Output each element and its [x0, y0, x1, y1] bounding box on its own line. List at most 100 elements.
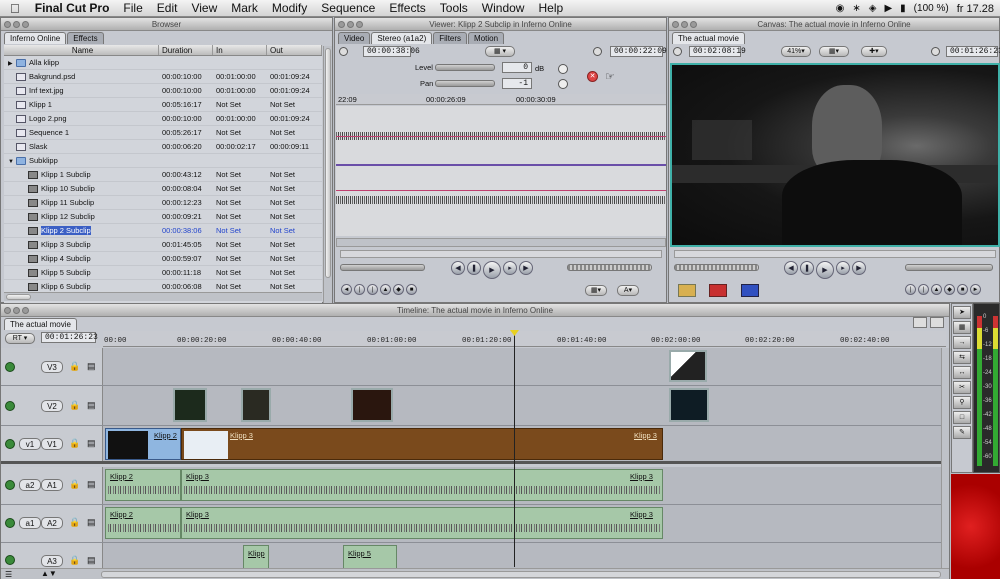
- minimize-icon[interactable]: [347, 21, 354, 28]
- insert-edit-icon[interactable]: [678, 284, 696, 297]
- track-a1[interactable]: a2 A1 🔒 ▤ Klipp 2 Klipp 3 Klipp 3: [1, 467, 946, 505]
- level-slider[interactable]: [435, 64, 495, 71]
- clip-klipp-3[interactable]: Klipp 3 Klipp 3: [181, 428, 663, 460]
- track-a2[interactable]: a1 A2 🔒 ▤ Klipp 2 Klipp 3 Klipp 3: [1, 505, 946, 543]
- track-v1[interactable]: v1 V1 🔒 ▤ Klipp 2 Klipp 3 Klipp 3: [1, 426, 946, 464]
- canvas-shuttle[interactable]: [674, 264, 759, 271]
- menu-edit[interactable]: Edit: [157, 1, 178, 15]
- audio-clip-klipp-3[interactable]: Klipp 3 Klipp 3: [181, 469, 663, 501]
- play-next-icon[interactable]: ▶: [519, 261, 533, 275]
- browser-row[interactable]: Sequence 1 00:05:26:17 Not Set Not Set: [4, 126, 322, 140]
- column-out[interactable]: Out: [267, 45, 322, 55]
- mark-clip-icon[interactable]: ■: [406, 284, 417, 295]
- browser-row[interactable]: Klipp 1 00:05:16:17 Not Set Not Set: [4, 98, 322, 112]
- menu-effects[interactable]: Effects: [389, 1, 425, 15]
- browser-row[interactable]: Slask 00:00:06:20 00:00:02:17 00:00:09:11: [4, 140, 322, 154]
- audio-clip-klipp-2[interactable]: Klipp 2: [105, 507, 181, 539]
- pan-field[interactable]: -1: [502, 78, 532, 89]
- rt-popup[interactable]: RT ▾: [5, 333, 35, 344]
- column-name[interactable]: Name: [4, 45, 159, 55]
- audio-waveform-area[interactable]: [336, 106, 666, 236]
- track-v2[interactable]: V2 🔒 ▤: [1, 386, 946, 426]
- browser-row[interactable]: Inf text.jpg 00:00:10:00 00:01:00:00 00:01:…: [4, 84, 322, 98]
- close-icon[interactable]: [4, 307, 11, 314]
- auto-select-icon[interactable]: ▤: [87, 361, 96, 372]
- disclosure-triangle-icon[interactable]: ▼: [8, 159, 16, 165]
- auto-select-icon[interactable]: ▤: [87, 400, 96, 411]
- track-audible-icon[interactable]: [5, 480, 15, 490]
- slip-tool-icon[interactable]: ↔: [953, 366, 971, 379]
- canvas-duration-timecode[interactable]: 00:02:08:19: [689, 46, 746, 57]
- auto-select-icon[interactable]: ▤: [87, 438, 96, 449]
- apple-menu-icon[interactable]: : [10, 1, 20, 16]
- audio-clip-klipp-3[interactable]: Klipp 3 Klipp 3: [181, 507, 663, 539]
- pen-tool-icon[interactable]: ✎: [953, 426, 971, 439]
- menu-mark[interactable]: Mark: [231, 1, 258, 15]
- track-a3[interactable]: A3 🔒 ▤ Klipp Klipp 5: [1, 543, 946, 570]
- canvas-overlay-popup[interactable]: ✚▾: [861, 46, 887, 57]
- minimize-icon[interactable]: [681, 21, 688, 28]
- razor-tool-icon[interactable]: ✂: [953, 381, 971, 394]
- browser-row[interactable]: Klipp 5 Subclip 00:00:11:18 Not Set Not Set: [4, 266, 322, 280]
- canvas-view-popup[interactable]: ▦▾: [819, 46, 849, 57]
- viewer-view-popup[interactable]: ▦ ▾: [485, 46, 515, 57]
- tab-video[interactable]: Video: [338, 32, 371, 44]
- clip-thumbnail[interactable]: [241, 388, 271, 422]
- timeline-ruler[interactable]: [103, 331, 946, 347]
- tab-motion[interactable]: Motion: [468, 32, 505, 44]
- audio-clip-klipp-2[interactable]: Klipp 2: [105, 469, 181, 501]
- level-line[interactable]: [336, 190, 666, 191]
- match-frame-icon[interactable]: ◄: [341, 284, 352, 295]
- track-label-a2[interactable]: A2: [41, 517, 63, 529]
- viewer-titlebar[interactable]: Viewer: Klipp 2 Subclip in Inferno Onlin…: [335, 18, 666, 31]
- source-a1[interactable]: a1: [19, 517, 41, 529]
- zoom-slider-icon[interactable]: ▲▼: [41, 569, 57, 578]
- canvas-titlebar[interactable]: Canvas: The actual movie in Inferno Onli…: [669, 18, 999, 31]
- audio-clip-klipp[interactable]: Klipp: [243, 545, 269, 569]
- menu-sequence[interactable]: Sequence: [321, 1, 375, 15]
- mark-in-icon[interactable]: ❘: [905, 284, 916, 295]
- menu-help[interactable]: Help: [538, 1, 563, 15]
- tab-filters[interactable]: Filters: [433, 32, 468, 44]
- track-v3[interactable]: V3 🔒 ▤: [1, 348, 946, 386]
- scroll-thumb[interactable]: [325, 48, 331, 278]
- zoom-popup[interactable]: 41%▾: [781, 46, 811, 57]
- viewer-ruler[interactable]: 22:09 00:00:26:09 00:00:30:09: [336, 94, 666, 105]
- close-icon[interactable]: [4, 21, 11, 28]
- menu-tools[interactable]: Tools: [440, 1, 468, 15]
- zoom-tool-icon[interactable]: ⚲: [953, 396, 971, 409]
- lock-icon[interactable]: 🔒: [69, 517, 80, 528]
- roll-tool-icon[interactable]: ⇆: [953, 351, 971, 364]
- hand-drag-icon[interactable]: ☞: [605, 70, 615, 83]
- browser-row[interactable]: Klipp 3 Subclip 00:01:45:05 Not Set Not Set: [4, 238, 322, 252]
- minimize-icon[interactable]: [13, 307, 20, 314]
- track-label-a3[interactable]: A3: [41, 555, 63, 567]
- clip-thumbnail[interactable]: [669, 350, 707, 382]
- browser-row[interactable]: Bakgrund.psd 00:00:10:00 00:01:00:00 00:01:…: [4, 70, 322, 84]
- lock-icon[interactable]: 🔒: [69, 479, 80, 490]
- lock-icon[interactable]: 🔒: [69, 361, 80, 372]
- zoom-icon[interactable]: [690, 21, 697, 28]
- camera-icon[interactable]: ◉: [836, 3, 845, 14]
- lock-icon[interactable]: 🔒: [69, 400, 80, 411]
- browser-row[interactable]: Klipp 11 Subclip 00:00:12:23 Not Set Not Se…: [4, 196, 322, 210]
- browser-row[interactable]: Logo 2.png 00:00:10:00 00:01:00:00 00:01:09…: [4, 112, 322, 126]
- menu-modify[interactable]: Modify: [272, 1, 307, 15]
- match-frame-icon[interactable]: ►: [970, 284, 981, 295]
- auto-select-icon[interactable]: ▤: [87, 517, 96, 528]
- snapping-icon[interactable]: [913, 317, 927, 328]
- add-marker-icon[interactable]: ▲: [931, 284, 942, 295]
- viewer-duration-timecode[interactable]: 00:00:38:06: [363, 46, 420, 57]
- browser-row[interactable]: Klipp 12 Subclip 00:00:09:21 Not Set Not Se…: [4, 210, 322, 224]
- browser-horizontal-scrollbar[interactable]: [4, 292, 322, 301]
- bluetooth-icon[interactable]: ∗: [852, 3, 860, 14]
- menu-view[interactable]: View: [191, 1, 217, 15]
- source-a2[interactable]: a2: [19, 479, 41, 491]
- app-menu[interactable]: Final Cut Pro: [35, 1, 110, 15]
- play-next-icon[interactable]: ▶: [852, 261, 866, 275]
- track-label-a1[interactable]: A1: [41, 479, 63, 491]
- timeline-vertical-scrollbar[interactable]: [941, 348, 949, 570]
- canvas-video-frame[interactable]: [670, 63, 1000, 247]
- linking-icon[interactable]: [930, 317, 944, 328]
- edit-select-tool-icon[interactable]: ▦: [953, 321, 971, 334]
